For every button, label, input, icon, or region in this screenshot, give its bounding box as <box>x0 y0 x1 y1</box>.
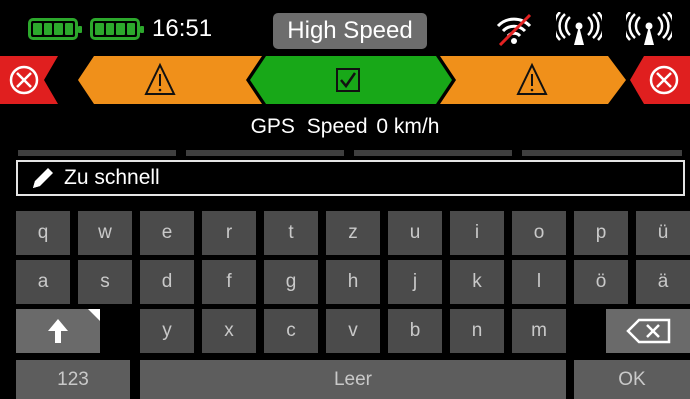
shift-key[interactable] <box>16 309 100 353</box>
gps-speed-readout: GPS Speed 0 km/h <box>0 108 690 146</box>
key-y[interactable]: y <box>140 309 194 353</box>
antenna-signal-icon <box>626 12 672 45</box>
shift-arrow-icon <box>48 319 68 343</box>
alarm-segment-error-left <box>0 56 58 104</box>
antenna-signal-icon <box>556 12 602 45</box>
key-b[interactable]: b <box>388 309 442 353</box>
backspace-key[interactable] <box>606 309 690 353</box>
key-t[interactable]: t <box>264 211 318 255</box>
key-o[interactable]: o <box>512 211 566 255</box>
key-q[interactable]: q <box>16 211 70 255</box>
key-z[interactable]: z <box>326 211 380 255</box>
alarm-segment-error-right <box>630 56 690 104</box>
key-a[interactable]: a <box>16 260 70 304</box>
key-v[interactable]: v <box>326 309 380 353</box>
key-j[interactable]: j <box>388 260 442 304</box>
gps-label: GPS <box>250 115 295 138</box>
key-p[interactable]: p <box>574 211 628 255</box>
mode-indicator[interactable]: High Speed <box>273 13 427 49</box>
tab-hint <box>522 150 682 156</box>
on-screen-keyboard: q w e r t z u i o p ü a s d f g h j k l … <box>0 198 690 399</box>
key-k[interactable]: k <box>450 260 504 304</box>
key-g[interactable]: g <box>264 260 318 304</box>
numbers-key[interactable]: 123 <box>16 360 130 399</box>
clock: 16:51 <box>152 15 213 42</box>
key-l[interactable]: l <box>512 260 566 304</box>
key-f[interactable]: f <box>202 260 256 304</box>
corner-indicator-icon <box>88 309 100 321</box>
key-u[interactable]: u <box>388 211 442 255</box>
space-key[interactable]: Leer <box>140 360 566 399</box>
battery-full-icon <box>90 18 144 40</box>
tab-hint <box>186 150 344 156</box>
key-x[interactable]: x <box>202 309 256 353</box>
alarm-segment-warning-left <box>78 56 262 104</box>
pencil-icon <box>33 168 53 188</box>
key-o-umlaut[interactable]: ö <box>574 260 628 304</box>
status-bar: 16:51 High Speed <box>0 0 690 58</box>
key-a-umlaut[interactable]: ä <box>636 260 690 304</box>
battery-full-icon <box>28 18 82 40</box>
tab-hint <box>18 150 176 156</box>
key-u-umlaut[interactable]: ü <box>636 211 690 255</box>
gps-quantity: Speed <box>306 115 368 138</box>
key-r[interactable]: r <box>202 211 256 255</box>
key-c[interactable]: c <box>264 309 318 353</box>
input-value: Zu schnell <box>64 166 160 189</box>
key-e[interactable]: e <box>140 211 194 255</box>
ok-key[interactable]: OK <box>574 360 690 399</box>
key-s[interactable]: s <box>78 260 132 304</box>
text-input[interactable]: Zu schnell <box>16 160 685 196</box>
key-w[interactable]: w <box>78 211 132 255</box>
key-n[interactable]: n <box>450 309 504 353</box>
key-h[interactable]: h <box>326 260 380 304</box>
key-d[interactable]: d <box>140 260 194 304</box>
key-i[interactable]: i <box>450 211 504 255</box>
backspace-icon <box>626 318 671 344</box>
key-m[interactable]: m <box>512 309 566 353</box>
alarm-strip <box>0 56 690 104</box>
tab-hint <box>354 150 512 156</box>
gps-value: 0 km/h <box>376 115 440 138</box>
wifi-off-icon <box>496 13 532 46</box>
